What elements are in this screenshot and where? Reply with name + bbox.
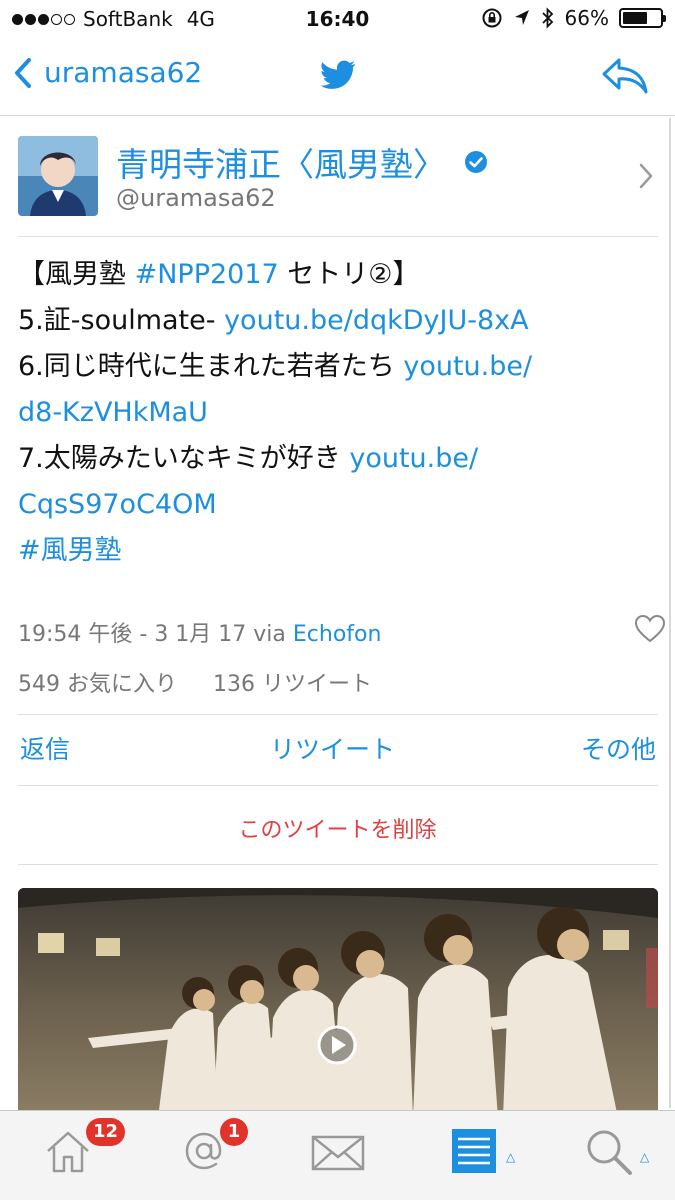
tweet-line: CqsS97oC4OM — [18, 482, 658, 528]
back-button[interactable]: uramasa62 — [14, 56, 202, 89]
tweet-line: d8-KzVHkMaU — [18, 390, 658, 436]
tweet-timestamp: 19:54 午後 - 3 1月 17 via Echofon — [18, 616, 381, 648]
display-name-text: 青明寺浦正〈風男塾〉 — [116, 145, 446, 184]
divider — [18, 236, 658, 237]
tweet-text-segment: 5.証-soulmate- — [18, 305, 225, 336]
battery-percent: 66% — [564, 6, 609, 30]
location-icon — [514, 10, 529, 25]
more-button[interactable]: その他 — [581, 730, 656, 766]
profile-display-name[interactable]: 青明寺浦正〈風男塾〉 — [116, 138, 488, 186]
tweet-actions: 返信 リツイート その他 — [18, 730, 656, 766]
play-icon[interactable] — [317, 1025, 357, 1065]
timestamp-text: 19:54 午後 - 3 1月 17 via — [18, 622, 293, 647]
lists-caret-icon: △ — [506, 1150, 516, 1164]
retweet-button[interactable]: リツイート — [270, 730, 395, 766]
tweet-line: 【風男塾 #NPP2017 セトリ②】 — [18, 252, 658, 298]
back-label: uramasa62 — [44, 56, 203, 89]
back-chevron-icon — [15, 57, 31, 88]
bluetooth-icon — [541, 7, 553, 29]
verified-icon — [465, 151, 487, 173]
youtube-link[interactable]: youtu.be/ — [403, 351, 532, 382]
hashtag-link[interactable]: #NPP2017 — [135, 259, 279, 290]
youtube-link[interactable]: CqsS97oC4OM — [18, 489, 217, 520]
chevron-right-icon[interactable] — [638, 162, 654, 190]
tweet-text: 【風男塾 #NPP2017 セトリ②】 5.証-soulmate- youtu.… — [18, 252, 658, 574]
tweet-line: 7.太陽みたいなキミが好き youtu.be/ — [18, 436, 658, 482]
tweet-line: 6.同じ時代に生まれた若者たち youtu.be/ — [18, 344, 658, 390]
delete-tweet-button[interactable]: このツイートを削除 — [0, 812, 675, 844]
tweet-line: #風男塾 — [18, 528, 658, 574]
scroll-indicator — [669, 118, 671, 1108]
divider — [18, 714, 658, 715]
favorites-count[interactable]: 549 お気に入り — [18, 672, 177, 697]
tweet-line: 5.証-soulmate- youtu.be/dqkDyJU-8xA — [18, 298, 658, 344]
via-app-link[interactable]: Echofon — [293, 622, 382, 647]
search-caret-icon: △ — [640, 1150, 650, 1164]
tweet-text-segment: セトリ②】 — [278, 259, 420, 290]
divider — [18, 864, 658, 865]
reply-icon[interactable] — [601, 56, 649, 96]
profile-handle: @uramasa62 — [116, 184, 276, 212]
hashtag-link[interactable]: #風男塾 — [18, 535, 122, 566]
navigation-bar: uramasa62 — [0, 38, 675, 116]
home-badge: 12 — [86, 1118, 126, 1146]
video-thumbnail[interactable] — [18, 888, 658, 1118]
youtube-link[interactable]: youtu.be/dqkDyJU-8xA — [224, 305, 529, 336]
tweet-stats: 549 お気に入り 136 リツイート — [18, 666, 372, 698]
tweet-text-segment: 6.同じ時代に生まれた若者たち — [18, 351, 404, 382]
retweets-count[interactable]: 136 リツイート — [213, 672, 372, 697]
messages-icon[interactable] — [310, 1127, 366, 1175]
orientation-lock-icon — [482, 8, 502, 28]
status-right: 66% — [481, 6, 666, 30]
lists-icon[interactable] — [452, 1127, 496, 1175]
reply-button[interactable]: 返信 — [20, 730, 70, 766]
search-icon[interactable] — [584, 1127, 636, 1179]
heart-icon[interactable] — [634, 614, 666, 644]
youtube-link[interactable]: d8-KzVHkMaU — [18, 397, 208, 428]
status-bar: SoftBank 4G 16:40 66% — [0, 0, 675, 38]
youtube-link[interactable]: youtu.be/ — [349, 443, 478, 474]
tweet-text-segment: 7.太陽みたいなキミが好き — [18, 443, 350, 474]
divider — [18, 785, 658, 786]
home-icon[interactable] — [44, 1127, 92, 1175]
avatar[interactable] — [18, 136, 98, 216]
twitter-bird-icon — [320, 60, 355, 89]
battery-icon — [619, 8, 666, 28]
mentions-badge: 1 — [220, 1118, 248, 1146]
tweet-text-segment: 【風男塾 — [18, 259, 135, 290]
